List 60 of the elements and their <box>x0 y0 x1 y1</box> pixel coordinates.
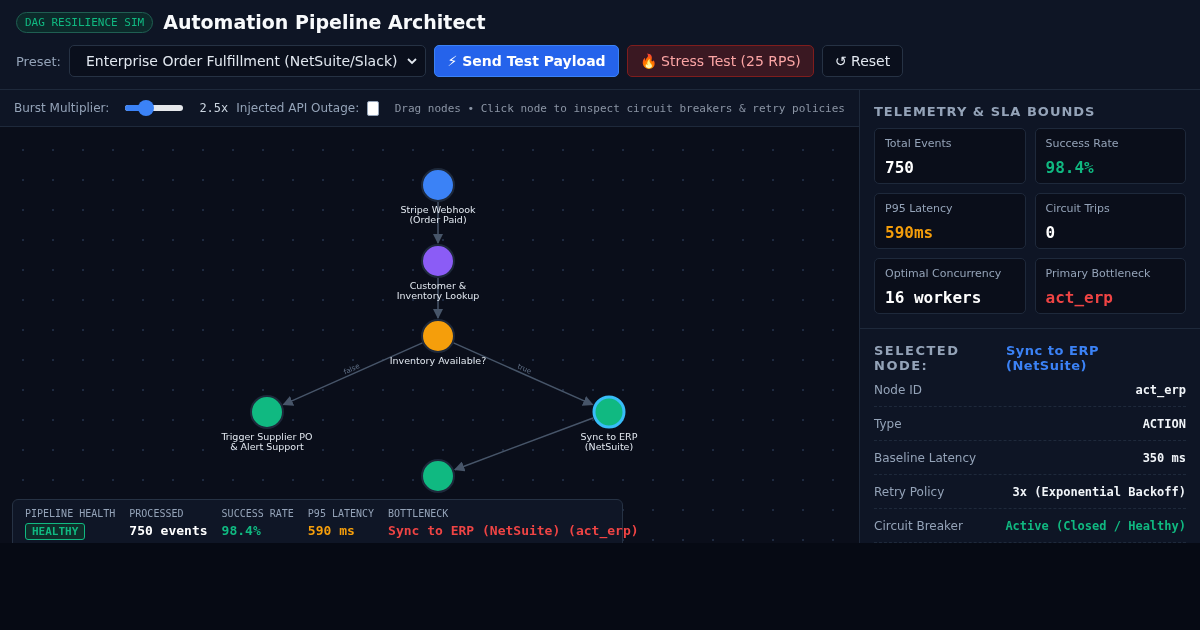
summary-value: 590 ms <box>307 523 355 538</box>
property-value: act_erp <box>1135 382 1186 397</box>
property-key: Retry Policy <box>874 484 945 499</box>
burst-label: Burst Multiplier: <box>14 101 110 115</box>
selected-node-name: Sync to ERP (NetSuite) <box>1006 343 1100 373</box>
metric-label: Optimal Concurrency <box>885 267 1003 280</box>
summary-heading: BOTTLENECK <box>388 508 449 519</box>
chevron-down-icon <box>407 56 418 66</box>
metric-value: act_erp <box>1045 288 1114 307</box>
property-value: Active (Closed / Healthy) <box>1005 518 1186 533</box>
graph-node[interactable] <box>421 319 455 353</box>
summary-heading: PROCESSED <box>129 508 184 519</box>
metric-label: Total Events <box>885 137 953 150</box>
graph-node[interactable] <box>421 244 455 278</box>
property-value: ACTION <box>1142 416 1186 431</box>
metric-label: Success Rate <box>1045 137 1120 150</box>
metric-label: Primary Bottleneck <box>1045 267 1152 280</box>
graph-node[interactable] <box>250 395 284 429</box>
property-key: Baseline Latency <box>874 450 977 465</box>
graph-node[interactable] <box>421 459 455 493</box>
health-badge: HEALTHY <box>25 523 86 540</box>
property-key: Circuit Breaker <box>874 518 963 533</box>
node-label: Stripe Webhook (Order Paid) <box>400 204 476 225</box>
metric-value: 98.4% <box>1045 158 1095 177</box>
property-value: 3x (Exponential Backoff) <box>1012 484 1186 499</box>
summary-value: Sync to ERP (NetSuite) (act_erp) <box>388 523 639 538</box>
stress-test-button[interactable]: 🔥 Stress Test (25 RPS) <box>626 45 814 77</box>
metric-value: 16 workers <box>885 288 983 307</box>
graph-node[interactable] <box>421 168 455 202</box>
summary-heading: PIPELINE HEALTH <box>25 508 116 519</box>
section-title: SELECTED NODE: <box>874 343 961 373</box>
slider-thumb[interactable] <box>137 100 154 116</box>
canvas-hint: Drag nodes • Click node to inspect circuit breakers & retry policies <box>394 101 845 115</box>
summary-heading: P95 LATENCY <box>307 508 375 519</box>
metric-label: P95 Latency <box>885 202 954 215</box>
app-title: Automation Pipeline Architect <box>163 11 486 33</box>
property-value: 350 ms <box>1142 450 1186 465</box>
preset-select[interactable]: Enterprise Order Fulfillment (NetSuite/Slack) <box>68 45 427 77</box>
summary-value: 750 events <box>129 523 208 538</box>
burst-reading: 2.5x <box>199 101 229 115</box>
send-button[interactable]: ⚡ Send Test Payload <box>434 45 619 77</box>
property-key: Node ID <box>874 382 922 397</box>
outage-label: Injected API Outage: <box>236 101 360 115</box>
section-title: TELEMETRY & SLA BOUNDS <box>874 104 1097 119</box>
metric-value: 750 <box>885 158 915 177</box>
node-label: Trigger Supplier PO & Alert Support <box>221 431 313 452</box>
summary-heading: SUCCESS RATE <box>221 508 294 519</box>
reset-button[interactable]: ↺ Reset <box>821 45 904 77</box>
summary-value: 98.4% <box>221 523 261 538</box>
node-label: Sync to ERP (NetSuite) <box>580 431 638 452</box>
graph-node[interactable] <box>592 395 626 429</box>
metric-label: Circuit Trips <box>1045 202 1111 215</box>
app-badge: DAG RESILIENCE SIM <box>16 11 154 33</box>
outage-checkbox[interactable] <box>367 100 379 116</box>
node-label: Inventory Available? <box>389 355 487 366</box>
metric-value: 590ms <box>885 223 935 242</box>
preset-label: Preset: <box>16 53 61 69</box>
node-label: Customer & Inventory Lookup <box>396 280 480 301</box>
metric-value: 0 <box>1045 223 1057 242</box>
property-key: Type <box>874 416 902 431</box>
